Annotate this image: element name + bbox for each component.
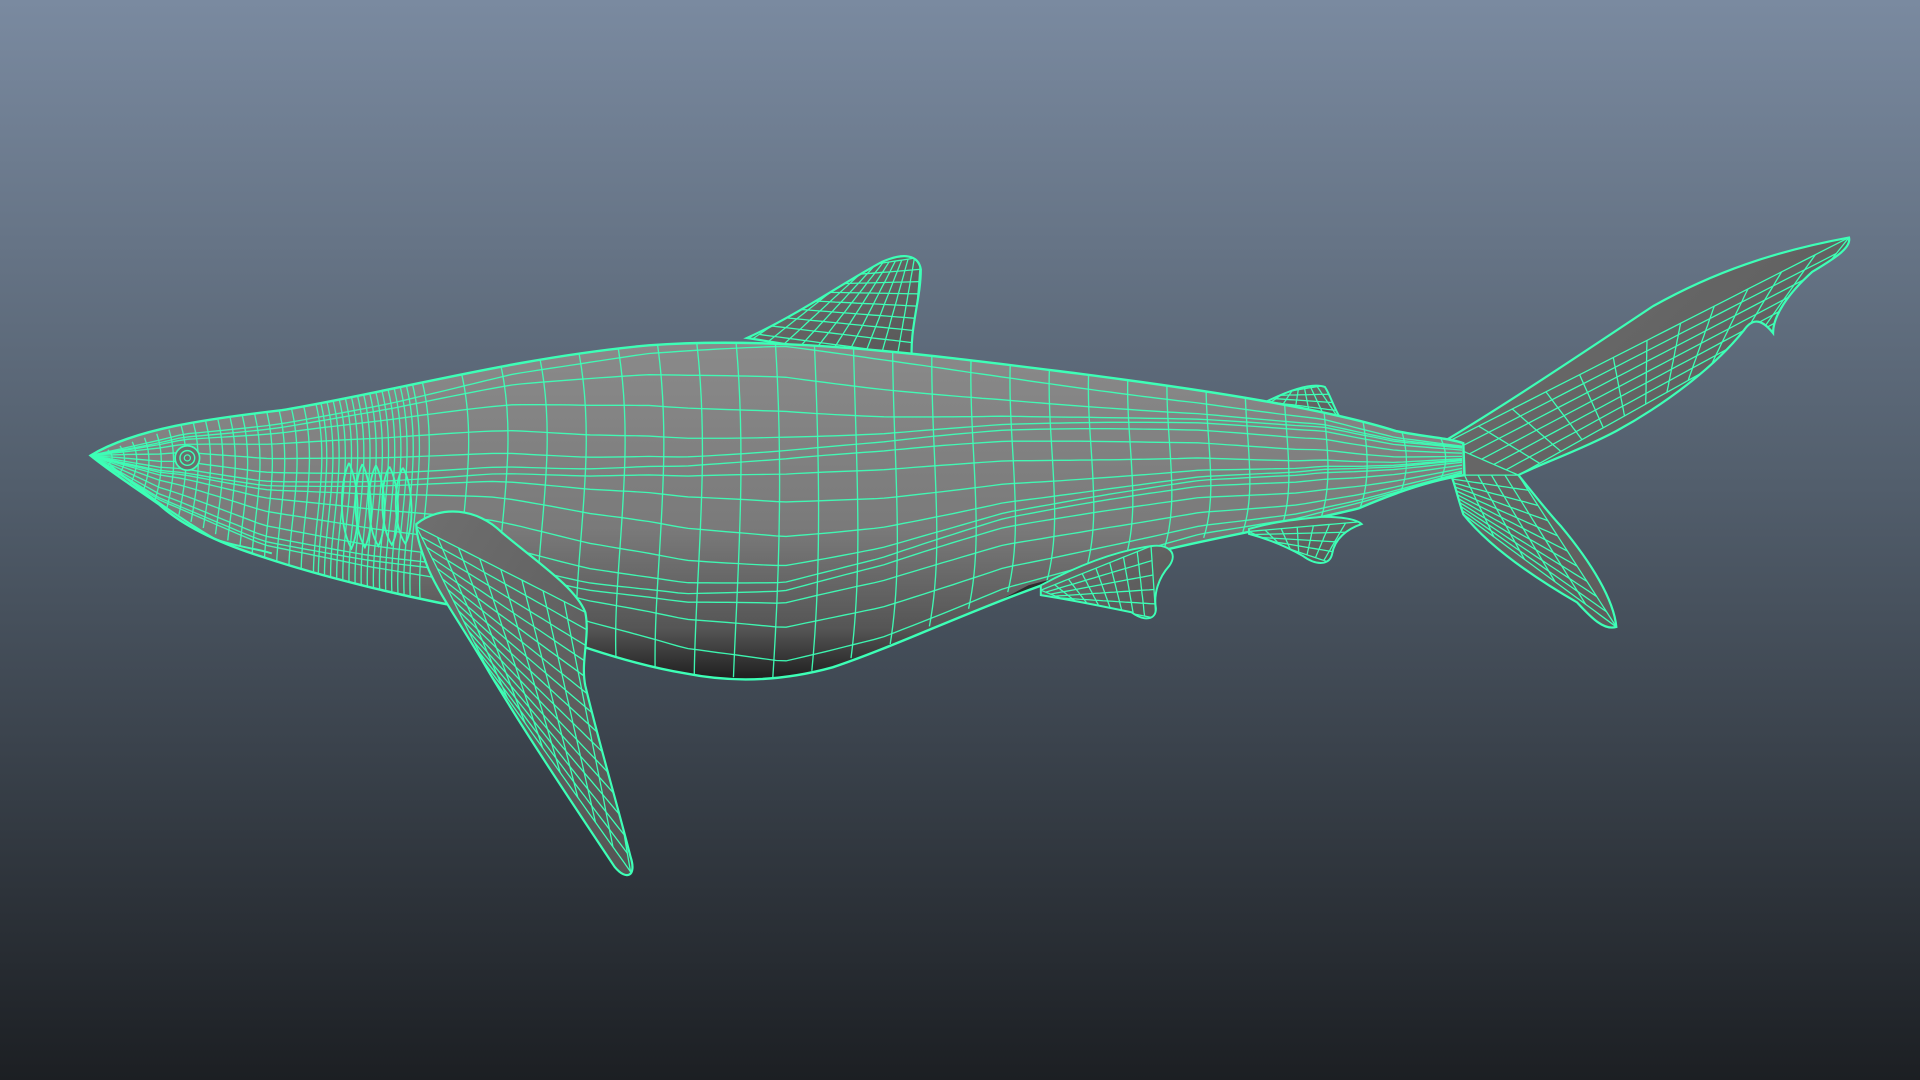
eye	[174, 444, 201, 472]
viewport-canvas[interactable]	[0, 0, 1920, 1080]
3d-viewport[interactable]	[0, 0, 1920, 1080]
